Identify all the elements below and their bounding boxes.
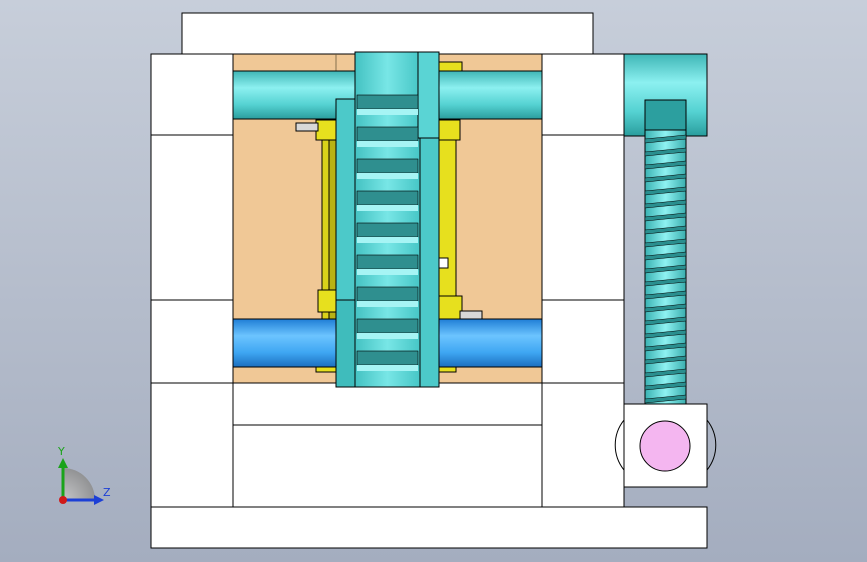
slot-bottom [232, 424, 543, 508]
slot-top [232, 382, 543, 426]
triad-plane-icon [63, 468, 95, 500]
z-axis-label: Z [103, 486, 111, 499]
origin-icon [59, 496, 67, 504]
gear-tooth [356, 158, 419, 174]
gear-tooth-highlight [357, 141, 418, 147]
gear-tooth-highlight [357, 269, 418, 275]
gear-tooth-highlight [357, 205, 418, 211]
coordinate-triad: Y Z [57, 445, 111, 505]
gear-tooth-highlight [357, 333, 418, 339]
y-axis-label: Y [57, 445, 65, 458]
top-plate [181, 12, 594, 55]
gear-tooth-highlight [357, 301, 418, 307]
gear-tooth [356, 254, 419, 270]
gear-tooth [356, 286, 419, 302]
bearing-hub [639, 420, 691, 472]
gear-tooth-highlight [357, 173, 418, 179]
gear-tooth [356, 94, 419, 110]
gear-tooth [356, 126, 419, 142]
gear-teeth [356, 94, 419, 371]
base-plate [150, 506, 708, 549]
cad-viewport[interactable]: Y Z [0, 0, 867, 562]
gear-tooth-highlight [357, 365, 418, 371]
gear-tooth [356, 190, 419, 206]
gear-tooth [356, 222, 419, 238]
cad-model-drawing[interactable]: Y Z [0, 0, 867, 562]
gear-tooth [356, 318, 419, 334]
gear-tooth [356, 350, 419, 366]
gear-tooth-highlight [357, 237, 418, 243]
gear-tooth-highlight [357, 109, 418, 115]
